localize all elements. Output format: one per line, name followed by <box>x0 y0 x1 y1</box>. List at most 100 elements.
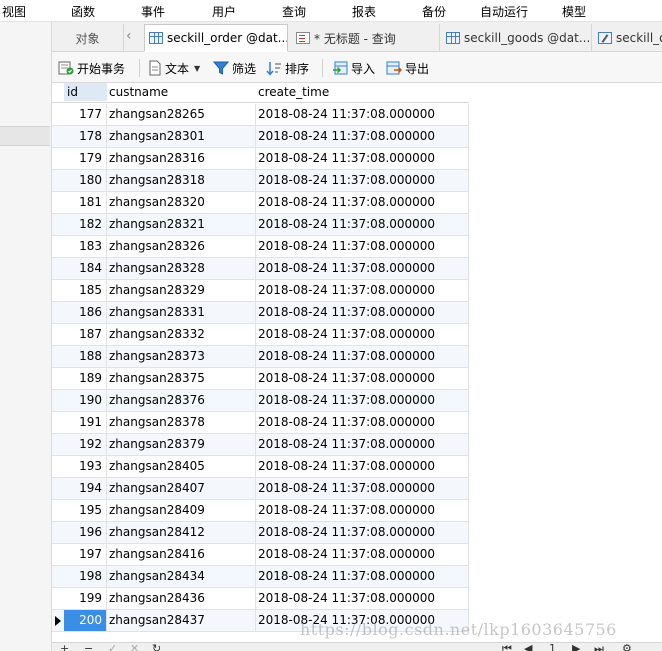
cell-id[interactable]: 183 <box>64 236 107 257</box>
cell-custname[interactable]: zhangsan28409 <box>107 500 256 521</box>
table-row[interactable]: 199 zhangsan28436 2018-08-24 11:37:08.0000… <box>52 588 469 610</box>
tab-objects[interactable]: 对象 <box>52 24 124 52</box>
cell-create-time[interactable]: 2018-08-24 11:37:08.000000 <box>256 148 469 169</box>
cell-custname[interactable]: zhangsan28332 <box>107 324 256 345</box>
cell-custname[interactable]: zhangsan28437 <box>107 610 256 631</box>
table-row[interactable]: 190 zhangsan28376 2018-08-24 11:37:08.0000… <box>52 390 469 412</box>
discard-icon[interactable]: ✕ <box>130 643 139 651</box>
table-row[interactable]: 191 zhangsan28378 2018-08-24 11:37:08.0000… <box>52 412 469 434</box>
cell-custname[interactable]: zhangsan28320 <box>107 192 256 213</box>
cell-create-time[interactable]: 2018-08-24 11:37:08.000000 <box>256 544 469 565</box>
cell-id[interactable]: 187 <box>64 324 107 345</box>
cell-create-time[interactable]: 2018-08-24 11:37:08.000000 <box>256 588 469 609</box>
cell-id[interactable]: 197 <box>64 544 107 565</box>
chevron-left-icon[interactable]: ‹ <box>126 28 132 44</box>
cell-custname[interactable]: zhangsan28407 <box>107 478 256 499</box>
cell-create-time[interactable]: 2018-08-24 11:37:08.000000 <box>256 192 469 213</box>
cell-custname[interactable]: zhangsan28436 <box>107 588 256 609</box>
table-row[interactable]: 198 zhangsan28434 2018-08-24 11:37:08.0000… <box>52 566 469 588</box>
text-view-button[interactable]: 文本 ▼ <box>148 59 200 77</box>
export-button[interactable]: 导出 <box>386 59 429 77</box>
sort-button[interactable]: 排序 <box>266 59 309 77</box>
table-row[interactable]: 187 zhangsan28332 2018-08-24 11:37:08.0000… <box>52 324 469 346</box>
cell-id[interactable]: 186 <box>64 302 107 323</box>
cell-custname[interactable]: zhangsan28434 <box>107 566 256 587</box>
cell-create-time[interactable]: 2018-08-24 11:37:08.000000 <box>256 258 469 279</box>
cell-create-time[interactable]: 2018-08-24 11:37:08.000000 <box>256 522 469 543</box>
filter-button[interactable]: 筛选 <box>213 59 256 77</box>
cell-id[interactable]: 188 <box>64 346 107 367</box>
cell-create-time[interactable]: 2018-08-24 11:37:08.000000 <box>256 280 469 301</box>
cell-create-time[interactable]: 2018-08-24 11:37:08.000000 <box>256 324 469 345</box>
cell-create-time[interactable]: 2018-08-24 11:37:08.000000 <box>256 126 469 147</box>
cell-create-time[interactable]: 2018-08-24 11:37:08.000000 <box>256 412 469 433</box>
table-row[interactable]: 183 zhangsan28326 2018-08-24 11:37:08.0000… <box>52 236 469 258</box>
cell-custname[interactable]: zhangsan28331 <box>107 302 256 323</box>
menu-query[interactable]: 查询 <box>282 3 306 20</box>
column-header-create-time[interactable]: create_time <box>258 85 329 99</box>
cell-id[interactable]: 193 <box>64 456 107 477</box>
table-row[interactable]: 185 zhangsan28329 2018-08-24 11:37:08.0000… <box>52 280 469 302</box>
cell-id[interactable]: 190 <box>64 390 107 411</box>
refresh-icon[interactable]: ↻ <box>152 643 161 651</box>
cell-id[interactable]: 195 <box>64 500 107 521</box>
cell-custname[interactable]: zhangsan28328 <box>107 258 256 279</box>
cell-id[interactable]: 179 <box>64 148 107 169</box>
table-row[interactable]: 179 zhangsan28316 2018-08-24 11:37:08.0000… <box>52 148 469 170</box>
cell-custname[interactable]: zhangsan28373 <box>107 346 256 367</box>
cell-custname[interactable]: zhangsan28375 <box>107 368 256 389</box>
cell-create-time[interactable]: 2018-08-24 11:37:08.000000 <box>256 346 469 367</box>
table-row[interactable]: 184 zhangsan28328 2018-08-24 11:37:08.0000… <box>52 258 469 280</box>
table-row[interactable]: 196 zhangsan28412 2018-08-24 11:37:08.0000… <box>52 522 469 544</box>
navigation-selected-item[interactable] <box>0 126 50 146</box>
cell-custname[interactable]: zhangsan28318 <box>107 170 256 191</box>
begin-transaction-button[interactable]: 开始事务 <box>58 59 125 77</box>
cell-id[interactable]: 194 <box>64 478 107 499</box>
table-row[interactable]: 188 zhangsan28373 2018-08-24 11:37:08.0000… <box>52 346 469 368</box>
import-button[interactable]: 导入 <box>332 59 375 77</box>
table-row[interactable]: 189 zhangsan28375 2018-08-24 11:37:08.0000… <box>52 368 469 390</box>
table-row[interactable]: 192 zhangsan28379 2018-08-24 11:37:08.0000… <box>52 434 469 456</box>
cell-id[interactable]: 178 <box>64 126 107 147</box>
table-row[interactable]: 177 zhangsan28265 2018-08-24 11:37:08.0000… <box>52 104 469 126</box>
cell-custname[interactable]: zhangsan28416 <box>107 544 256 565</box>
add-record-icon[interactable]: + <box>60 643 69 651</box>
apply-icon[interactable]: ✓ <box>108 643 117 651</box>
tab-seckill-order[interactable]: seckill_order @dat... <box>144 24 288 52</box>
settings-gear-icon[interactable]: ⚙ <box>622 643 632 651</box>
cell-id[interactable]: 185 <box>64 280 107 301</box>
cell-create-time[interactable]: 2018-08-24 11:37:08.000000 <box>256 566 469 587</box>
cell-id[interactable]: 180 <box>64 170 107 191</box>
table-row[interactable]: 194 zhangsan28407 2018-08-24 11:37:08.0000… <box>52 478 469 500</box>
cell-custname[interactable]: zhangsan28316 <box>107 148 256 169</box>
cell-id[interactable]: 198 <box>64 566 107 587</box>
menu-functions[interactable]: 函数 <box>71 3 95 20</box>
cell-custname[interactable]: zhangsan28412 <box>107 522 256 543</box>
tab-seckill-goods[interactable]: seckill_goods @dat... <box>442 24 592 52</box>
menu-reports[interactable]: 报表 <box>352 3 376 20</box>
table-row[interactable]: 181 zhangsan28320 2018-08-24 11:37:08.0000… <box>52 192 469 214</box>
cell-custname[interactable]: zhangsan28378 <box>107 412 256 433</box>
table-row[interactable]: 195 zhangsan28409 2018-08-24 11:37:08.0000… <box>52 500 469 522</box>
cell-custname[interactable]: zhangsan28379 <box>107 434 256 455</box>
tab-seckill-o-design[interactable]: seckill_o <box>594 24 662 52</box>
cell-custname[interactable]: zhangsan28265 <box>107 104 256 125</box>
table-row[interactable]: 197 zhangsan28416 2018-08-24 11:37:08.0000… <box>52 544 469 566</box>
table-row[interactable]: 178 zhangsan28301 2018-08-24 11:37:08.0000… <box>52 126 469 148</box>
cell-create-time[interactable]: 2018-08-24 11:37:08.000000 <box>256 390 469 411</box>
cell-create-time[interactable]: 2018-08-24 11:37:08.000000 <box>256 434 469 455</box>
cell-create-time[interactable]: 2018-08-24 11:37:08.000000 <box>256 478 469 499</box>
cell-id[interactable]: 182 <box>64 214 107 235</box>
cell-create-time[interactable]: 2018-08-24 11:37:08.000000 <box>256 302 469 323</box>
cell-id[interactable]: 177 <box>64 104 107 125</box>
cell-create-time[interactable]: 2018-08-24 11:37:08.000000 <box>256 456 469 477</box>
cell-id[interactable]: 191 <box>64 412 107 433</box>
cell-id[interactable]: 189 <box>64 368 107 389</box>
last-page-icon[interactable]: ⏭ <box>594 643 604 651</box>
menu-backup[interactable]: 备份 <box>422 3 446 20</box>
cell-create-time[interactable]: 2018-08-24 11:37:08.000000 <box>256 236 469 257</box>
table-row[interactable]: 186 zhangsan28331 2018-08-24 11:37:08.0000… <box>52 302 469 324</box>
cell-custname[interactable]: zhangsan28329 <box>107 280 256 301</box>
cell-id[interactable]: 184 <box>64 258 107 279</box>
cell-custname[interactable]: zhangsan28405 <box>107 456 256 477</box>
